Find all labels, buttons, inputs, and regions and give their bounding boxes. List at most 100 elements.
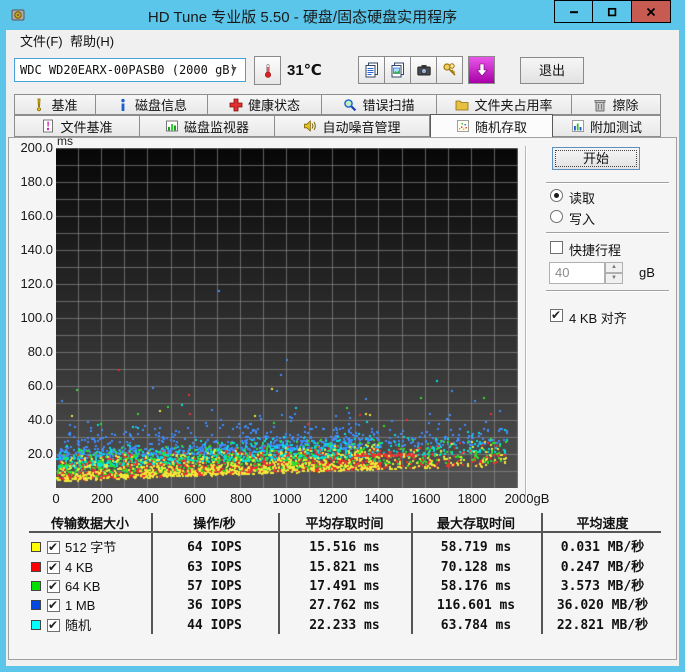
- tab-label: 基准: [51, 98, 78, 113]
- extra-tests-icon: [572, 120, 584, 132]
- tab-file-benchmark[interactable]: 文件基准: [14, 115, 140, 137]
- folder-icon: [456, 100, 469, 110]
- write-label[interactable]: 写入: [569, 209, 595, 228]
- tab-disk-info[interactable]: 磁盘信息: [96, 94, 208, 115]
- tab-auto-acoustic[interactable]: 自动噪音管理: [275, 115, 430, 137]
- series-checkbox[interactable]: [47, 579, 60, 593]
- minimize-button[interactable]: [554, 0, 593, 23]
- y-tick: 20.0: [27, 446, 53, 461]
- update-button[interactable]: [468, 56, 495, 84]
- series-label: 512 字节: [65, 540, 117, 555]
- avg-value: 15.516 ms: [309, 540, 380, 555]
- thermometer-icon: [264, 63, 271, 78]
- table-header-rule: [29, 531, 661, 533]
- table-row: 64 KB 57 IOPS 17.491 ms 58.176 ms 3.573 …: [9, 578, 676, 596]
- controls-divider: [525, 146, 527, 500]
- read-radio[interactable]: [550, 189, 563, 202]
- options-button[interactable]: [436, 56, 463, 84]
- tab-benchmark[interactable]: 基准: [14, 94, 96, 115]
- table-row: 随机 44 IOPS 22.233 ms 63.784 ms 22.821 MB…: [9, 617, 676, 635]
- maximize-button[interactable]: [593, 0, 632, 23]
- camera-icon: [416, 65, 431, 76]
- speed-value: 36.020 MB/秒: [556, 598, 649, 613]
- access-time-scatter-chart: [56, 148, 518, 488]
- tab-label: 文件基准: [60, 119, 113, 135]
- scatter-icon: [457, 120, 469, 132]
- tab-label: 附加测试: [589, 119, 642, 135]
- tab-random-access[interactable]: 随机存取: [430, 114, 553, 137]
- tab-health[interactable]: 健康状态: [208, 94, 322, 115]
- tab-disk-monitor[interactable]: 磁盘监视器: [140, 115, 275, 137]
- random-access-panel: ms 200.0 180.0 160.0 140.0 120.0 100.0 8…: [8, 134, 677, 660]
- series-label: 64 KB: [65, 579, 101, 594]
- series-label: 随机: [65, 618, 92, 633]
- y-tick: 40.0: [27, 412, 53, 427]
- table-row: 512 字节 64 IOPS 15.516 ms 58.719 ms 0.031…: [9, 539, 676, 557]
- series-color-swatch: [31, 600, 41, 610]
- drive-select-value: WDC WD20EARX-00PASB0 (2000 gB): [20, 63, 237, 77]
- x-tick-end: 2000gB: [504, 491, 550, 506]
- menu-help[interactable]: 帮助(H): [62, 30, 122, 54]
- exit-button[interactable]: 退出: [520, 57, 584, 84]
- series-checkbox[interactable]: [47, 540, 60, 554]
- x-tick: 800: [230, 491, 252, 506]
- separator: [546, 232, 669, 234]
- ops-value: 63 IOPS: [187, 560, 242, 575]
- spin-down-icon[interactable]: ▼: [605, 273, 623, 284]
- series-checkbox[interactable]: [47, 598, 60, 612]
- short-stroke-input[interactable]: 40: [549, 262, 605, 284]
- series-checkbox[interactable]: [47, 560, 60, 574]
- short-stroke-stepper[interactable]: ▲ ▼: [605, 262, 623, 284]
- tab-error-scan[interactable]: 错误扫描: [322, 94, 437, 115]
- avg-value: 15.821 ms: [309, 560, 380, 575]
- close-button[interactable]: [632, 0, 671, 23]
- col-header-max-access: 最大存取时间: [436, 516, 515, 531]
- magnifier-icon: [344, 98, 357, 111]
- ops-value: 64 IOPS: [187, 540, 242, 555]
- bar-chart-icon: [166, 120, 178, 132]
- x-tick: 1200: [318, 491, 348, 506]
- hd-tune-app-icon: [11, 9, 25, 21]
- series-color-swatch: [31, 620, 41, 630]
- speed-value: 3.573 MB/秒: [560, 579, 645, 594]
- ops-value: 44 IOPS: [187, 618, 242, 633]
- tab-erase[interactable]: 擦除: [572, 94, 661, 115]
- y-tick: 120.0: [20, 276, 53, 291]
- spin-up-icon[interactable]: ▲: [605, 262, 623, 273]
- series-checkbox[interactable]: [47, 618, 60, 632]
- short-stroke-checkbox[interactable]: [550, 241, 563, 254]
- write-radio[interactable]: [550, 210, 563, 223]
- max-value: 58.176 ms: [440, 579, 512, 594]
- copy-image-button[interactable]: [384, 56, 411, 84]
- speed-value: 0.031 MB/秒: [560, 540, 645, 555]
- max-value: 70.128 ms: [440, 560, 512, 575]
- table-row: 1 MB 36 IOPS 27.762 ms 116.601 ms 36.020…: [9, 597, 676, 615]
- short-stroke-unit: gB: [639, 265, 655, 280]
- temperature-value: 31℃: [287, 62, 322, 79]
- screenshot-button[interactable]: [410, 56, 437, 84]
- align-4kb-label[interactable]: 4 KB 对齐: [569, 308, 627, 327]
- benchmark-icon: [37, 98, 42, 111]
- tab-extra-tests[interactable]: 附加测试: [553, 115, 661, 137]
- close-icon: [646, 7, 656, 16]
- tab-folder-usage[interactable]: 文件夹占用率: [437, 94, 572, 115]
- caption-buttons: [554, 0, 671, 23]
- x-tick: 0: [52, 491, 60, 506]
- y-tick: 80.0: [27, 344, 53, 359]
- col-header-avg-speed: 平均速度: [576, 516, 629, 531]
- series-color-swatch: [31, 542, 41, 552]
- read-label[interactable]: 读取: [569, 188, 595, 207]
- avg-value: 22.233 ms: [309, 618, 380, 633]
- window-title: HD Tune 专业版 5.50 - 硬盘/固态硬盘实用程序: [147, 9, 458, 26]
- align-4kb-checkbox[interactable]: [550, 308, 563, 322]
- tab-label: 擦除: [612, 98, 639, 113]
- start-button[interactable]: 开始: [552, 147, 640, 170]
- drive-select[interactable]: WDC WD20EARX-00PASB0 (2000 gB) ▼: [14, 58, 246, 82]
- speed-value: 22.821 MB/秒: [556, 618, 649, 633]
- y-tick: 100.0: [20, 310, 53, 325]
- short-stroke-label[interactable]: 快捷行程: [569, 240, 621, 259]
- copy-text-button[interactable]: [358, 56, 385, 84]
- client-area: 文件(F) 帮助(H) WDC WD20EARX-00PASB0 (2000 g…: [6, 30, 679, 666]
- temperature-button[interactable]: [254, 56, 281, 85]
- info-icon: [121, 98, 125, 111]
